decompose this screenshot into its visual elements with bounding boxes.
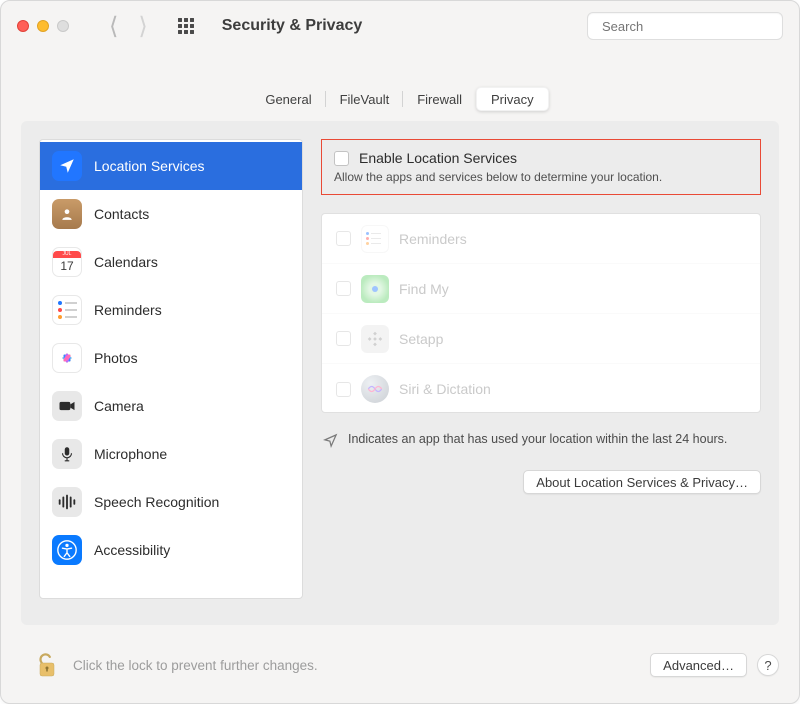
sidebar-item-photos[interactable]: Photos xyxy=(40,334,302,382)
microphone-icon xyxy=(52,439,82,469)
back-button[interactable]: ⟨ xyxy=(109,12,118,41)
sidebar-item-microphone[interactable]: Microphone xyxy=(40,430,302,478)
indicator-row: Indicates an app that has used your loca… xyxy=(321,431,761,448)
app-checkbox[interactable] xyxy=(336,331,351,346)
preferences-window: ⟨ ⟩ Security & Privacy General FileVault… xyxy=(0,0,800,704)
reminders-icon xyxy=(52,295,82,325)
segmented-control: General FileVault Firewall Privacy xyxy=(251,87,548,111)
photos-icon xyxy=(52,343,82,373)
content-area: Location Services Contacts JUL 17 xyxy=(1,111,799,703)
app-checkbox[interactable] xyxy=(336,382,351,397)
enable-location-row: Enable Location Services xyxy=(334,150,746,166)
sidebar-item-label: Accessibility xyxy=(94,542,170,558)
siri-icon xyxy=(361,375,389,403)
panel-body: Location Services Contacts JUL 17 xyxy=(21,121,779,625)
app-name-label: Reminders xyxy=(399,231,467,247)
sidebar-item-label: Microphone xyxy=(94,446,167,462)
titlebar: ⟨ ⟩ Security & Privacy xyxy=(1,1,799,51)
minimize-window-button[interactable] xyxy=(37,20,49,32)
enable-location-checkbox[interactable] xyxy=(334,151,349,166)
help-button[interactable]: ? xyxy=(757,654,779,676)
sidebar-item-label: Calendars xyxy=(94,254,158,270)
lock-icon[interactable] xyxy=(35,651,59,679)
right-panel: Enable Location Services Allow the apps … xyxy=(321,139,761,607)
sidebar-item-location-services[interactable]: Location Services xyxy=(40,142,302,190)
app-checkbox[interactable] xyxy=(336,281,351,296)
app-item-setapp: Setapp xyxy=(322,314,760,364)
findmy-icon xyxy=(361,275,389,303)
sidebar-item-label: Photos xyxy=(94,350,138,366)
indicator-text: Indicates an app that has used your loca… xyxy=(348,431,727,448)
sidebar-item-accessibility[interactable]: Accessibility xyxy=(40,526,302,574)
sidebar-item-reminders[interactable]: Reminders xyxy=(40,286,302,334)
app-item-reminders: Reminders xyxy=(322,214,760,264)
calendar-icon: JUL 17 xyxy=(52,247,82,277)
forward-button[interactable]: ⟩ xyxy=(138,12,147,41)
show-all-preferences-icon[interactable] xyxy=(178,18,194,34)
about-button-row: About Location Services & Privacy… xyxy=(321,470,761,494)
location-arrow-icon xyxy=(323,433,338,448)
app-name-label: Find My xyxy=(399,281,449,297)
sidebar-item-contacts[interactable]: Contacts xyxy=(40,190,302,238)
sidebar-item-label: Speech Recognition xyxy=(94,494,219,510)
sidebar-item-label: Location Services xyxy=(94,158,205,174)
tab-firewall[interactable]: Firewall xyxy=(403,87,476,111)
location-arrow-icon xyxy=(52,151,82,181)
app-item-findmy: Find My xyxy=(322,264,760,314)
app-name-label: Setapp xyxy=(399,331,443,347)
reminders-icon xyxy=(361,225,389,253)
camera-icon xyxy=(52,391,82,421)
tab-filevault[interactable]: FileVault xyxy=(326,87,404,111)
sidebar-item-label: Camera xyxy=(94,398,144,414)
maximize-window-button xyxy=(57,20,69,32)
tabs-row: General FileVault Firewall Privacy xyxy=(1,87,799,111)
search-input[interactable] xyxy=(602,19,778,34)
app-name-label: Siri & Dictation xyxy=(399,381,491,397)
bottom-bar: Click the lock to prevent further change… xyxy=(21,643,779,687)
nav-arrows: ⟨ ⟩ xyxy=(109,12,148,41)
lock-help-text: Click the lock to prevent further change… xyxy=(73,658,318,673)
sidebar-item-speech-recognition[interactable]: Speech Recognition xyxy=(40,478,302,526)
contacts-icon xyxy=(52,199,82,229)
sidebar-item-calendars[interactable]: JUL 17 Calendars xyxy=(40,238,302,286)
advanced-button[interactable]: Advanced… xyxy=(650,653,747,677)
search-input-container[interactable] xyxy=(587,12,783,40)
inner-panel: Location Services Contacts JUL 17 xyxy=(21,121,779,625)
highlight-box: Enable Location Services Allow the apps … xyxy=(321,139,761,195)
accessibility-icon xyxy=(52,535,82,565)
about-location-button[interactable]: About Location Services & Privacy… xyxy=(523,470,761,494)
traffic-lights xyxy=(17,20,69,32)
app-item-siri: Siri & Dictation xyxy=(322,364,760,413)
window-title: Security & Privacy xyxy=(222,17,363,35)
app-checkbox[interactable] xyxy=(336,231,351,246)
privacy-categories-sidebar[interactable]: Location Services Contacts JUL 17 xyxy=(39,139,303,599)
close-window-button[interactable] xyxy=(17,20,29,32)
setapp-icon xyxy=(361,325,389,353)
speech-recognition-icon xyxy=(52,487,82,517)
sidebar-item-label: Reminders xyxy=(94,302,162,318)
enable-location-subtitle: Allow the apps and services below to det… xyxy=(334,170,746,184)
app-list[interactable]: Reminders Find My xyxy=(321,213,761,413)
tab-privacy[interactable]: Privacy xyxy=(476,87,549,111)
sidebar-item-label: Contacts xyxy=(94,206,149,222)
sidebar-item-camera[interactable]: Camera xyxy=(40,382,302,430)
tab-general[interactable]: General xyxy=(251,87,325,111)
enable-location-label: Enable Location Services xyxy=(359,150,517,166)
